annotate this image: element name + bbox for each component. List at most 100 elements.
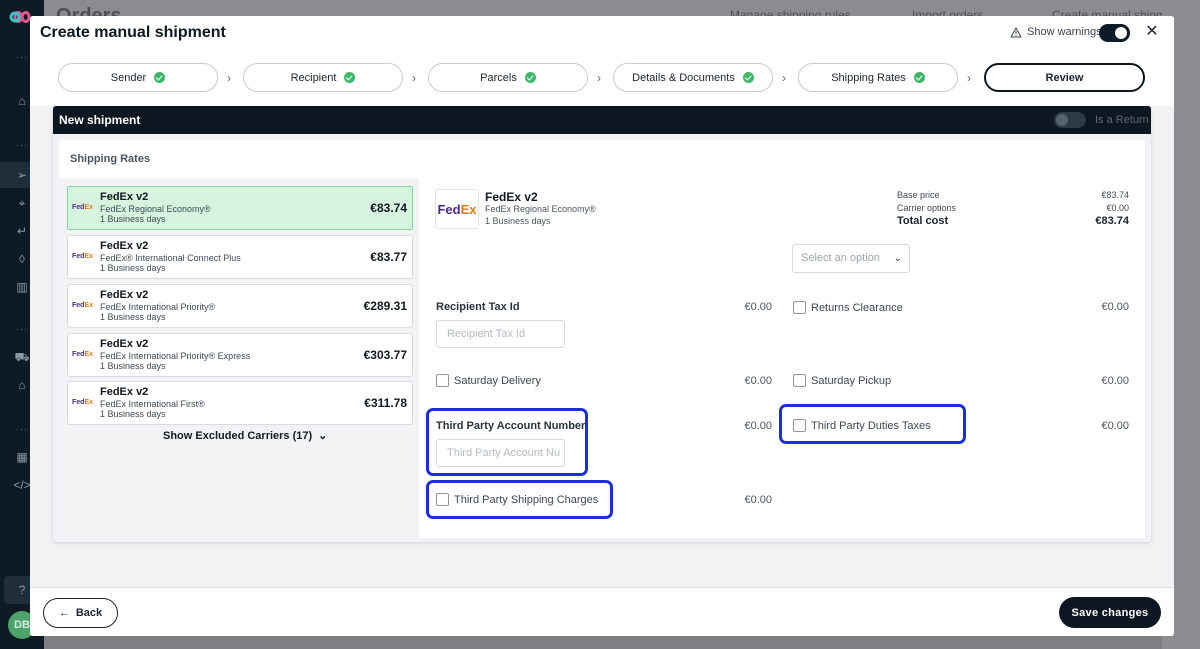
modal-header: Create manual shipment Show warnings ✕ bbox=[30, 16, 1174, 50]
chevron-right-icon: › bbox=[227, 71, 231, 85]
returns-clearance-label: Returns Clearance bbox=[811, 301, 903, 314]
modal-footer: ← Back Save changes bbox=[30, 587, 1174, 636]
rate-service: FedEx International Priority® bbox=[100, 302, 216, 312]
step-recipient[interactable]: Recipient bbox=[243, 63, 403, 92]
recipient-tax-id-input[interactable] bbox=[436, 320, 565, 348]
rate-service: FedEx Regional Economy® bbox=[100, 204, 211, 214]
fedex-logo-icon: FedEx bbox=[72, 253, 94, 260]
rate-carrier: FedEx v2 bbox=[100, 338, 149, 350]
rate-option[interactable]: FedEx FedEx v2 FedEx Regional Economy® 1… bbox=[67, 186, 413, 230]
third-party-shipping-price: €0.00 bbox=[744, 494, 772, 506]
show-excluded-carriers-button[interactable]: Show Excluded Carriers (17) ⌄ bbox=[163, 429, 328, 443]
chevron-right-icon: › bbox=[782, 71, 786, 85]
check-circle-icon bbox=[913, 72, 925, 83]
check-circle-icon bbox=[742, 72, 754, 83]
rate-days: 1 Business days bbox=[100, 361, 166, 371]
third-party-duties-checkbox[interactable]: Third Party Duties Taxes bbox=[793, 419, 931, 432]
saturday-delivery-label: Saturday Delivery bbox=[454, 374, 541, 387]
rate-option[interactable]: FedEx FedEx v2 FedEx International First… bbox=[67, 381, 413, 425]
returns-clearance-price: €0.00 bbox=[1101, 301, 1129, 313]
show-excluded-label: Show Excluded Carriers (17) bbox=[163, 429, 313, 442]
rate-price: €83.74 bbox=[370, 201, 407, 215]
rate-carrier: FedEx v2 bbox=[100, 289, 149, 301]
arrow-left-icon: ← bbox=[58, 607, 70, 619]
base-price-label: Base price bbox=[897, 190, 940, 200]
rate-price: €311.78 bbox=[364, 396, 407, 410]
saturday-delivery-checkbox[interactable]: Saturday Delivery bbox=[436, 374, 541, 387]
step-label: Parcels bbox=[480, 71, 517, 84]
step-label: Details & Documents bbox=[632, 71, 735, 84]
step-label: Shipping Rates bbox=[831, 71, 906, 84]
base-price-value: €83.74 bbox=[1101, 190, 1129, 200]
rate-option[interactable]: FedEx FedEx v2 FedEx International Prior… bbox=[67, 333, 413, 377]
total-cost-label: Total cost bbox=[897, 215, 949, 227]
create-shipment-modal: Create manual shipment Show warnings ✕ S… bbox=[30, 16, 1174, 636]
shipping-rates-title: Shipping Rates bbox=[70, 153, 151, 165]
step-label: Sender bbox=[110, 71, 147, 84]
rate-days: 1 Business days bbox=[100, 409, 166, 419]
rate-days: 1 Business days bbox=[100, 312, 166, 322]
shipping-rates-panel: Shipping Rates FedEx FedEx v2 FedEx Regi… bbox=[59, 140, 1145, 538]
step-parcels[interactable]: Parcels bbox=[428, 63, 588, 92]
carrier-options-row: Carrier options €0.00 bbox=[897, 203, 1129, 213]
rate-service: FedEx International First® bbox=[100, 399, 205, 409]
third-party-account-label: Third Party Account Number bbox=[436, 420, 586, 432]
close-icon[interactable]: ✕ bbox=[1144, 21, 1160, 43]
rate-detail: FedEx FedEx v2 FedEx Regional Economy® 1… bbox=[421, 178, 1145, 538]
is-return-toggle[interactable] bbox=[1054, 112, 1086, 128]
total-cost-row: Total cost €83.74 bbox=[897, 215, 1129, 227]
returns-clearance-checkbox[interactable]: Returns Clearance bbox=[793, 301, 903, 314]
step-sender[interactable]: Sender bbox=[58, 63, 218, 92]
third-party-duties-price: €0.00 bbox=[1101, 420, 1129, 432]
chevron-down-icon: ⌄ bbox=[893, 253, 902, 264]
saturday-pickup-label: Saturday Pickup bbox=[811, 374, 892, 387]
chevron-down-icon: ⌄ bbox=[318, 430, 328, 442]
detail-service: FedEx Regional Economy® bbox=[485, 204, 596, 214]
check-circle-icon bbox=[344, 72, 356, 83]
rate-carrier: FedEx v2 bbox=[100, 240, 149, 252]
rate-days: 1 Business days bbox=[100, 263, 166, 273]
carrier-options-label: Carrier options bbox=[897, 203, 957, 213]
fedex-logo-icon: FedEx bbox=[72, 399, 94, 406]
carrier-options-value: €0.00 bbox=[1106, 203, 1129, 213]
back-button[interactable]: ← Back bbox=[43, 598, 118, 628]
detail-carrier: FedEx v2 bbox=[485, 190, 538, 204]
step-details-documents[interactable]: Details & Documents bbox=[613, 63, 773, 92]
fedex-logo-icon: FedEx bbox=[72, 351, 94, 358]
third-party-shipping-checkbox[interactable]: Third Party Shipping Charges bbox=[436, 493, 598, 506]
detail-days: 1 Business days bbox=[485, 216, 551, 226]
rate-option[interactable]: FedEx FedEx v2 FedEx International Prior… bbox=[67, 284, 413, 328]
step-label: Review bbox=[1045, 71, 1084, 84]
option-select[interactable]: Select an option ⌄ bbox=[792, 244, 910, 273]
third-party-shipping-label: Third Party Shipping Charges bbox=[454, 493, 599, 506]
checkbox-icon bbox=[793, 419, 806, 432]
check-circle-icon bbox=[524, 72, 536, 83]
show-warnings-label: Show warnings bbox=[1027, 26, 1102, 38]
rate-price: €303.77 bbox=[363, 348, 407, 362]
stepper: Sender › Recipient › Parcels › Details &… bbox=[30, 50, 1174, 106]
shipment-title: New shipment bbox=[59, 113, 141, 127]
show-warnings-toggle[interactable] bbox=[1099, 24, 1130, 42]
app-topbar bbox=[44, 0, 1200, 16]
chevron-right-icon: › bbox=[412, 71, 416, 85]
total-cost-value: €83.74 bbox=[1095, 215, 1129, 227]
step-label: Recipient bbox=[290, 71, 337, 84]
rate-option[interactable]: FedEx FedEx v2 FedEx® International Conn… bbox=[67, 235, 413, 279]
step-shipping-rates[interactable]: Shipping Rates bbox=[798, 63, 958, 92]
check-circle-icon bbox=[154, 72, 166, 83]
checkbox-icon bbox=[436, 493, 449, 506]
saturday-delivery-price: €0.00 bbox=[744, 375, 772, 387]
fedex-logo-icon: FedEx bbox=[435, 189, 479, 229]
checkbox-icon bbox=[436, 374, 449, 387]
step-review[interactable]: Review bbox=[984, 63, 1145, 92]
third-party-account-input[interactable] bbox=[436, 439, 565, 467]
back-button-label: Back bbox=[75, 607, 103, 619]
rate-price: €83.77 bbox=[370, 250, 407, 264]
shipment-card: New shipment Is a Return Shipping Rates … bbox=[53, 106, 1151, 542]
option-select-placeholder: Select an option bbox=[801, 252, 880, 264]
saturday-pickup-checkbox[interactable]: Saturday Pickup bbox=[793, 374, 891, 387]
checkbox-icon bbox=[793, 301, 806, 314]
rate-price: €289.31 bbox=[363, 299, 407, 313]
save-changes-button[interactable]: Save changes bbox=[1059, 597, 1161, 628]
is-return-label: Is a Return bbox=[1095, 114, 1149, 126]
